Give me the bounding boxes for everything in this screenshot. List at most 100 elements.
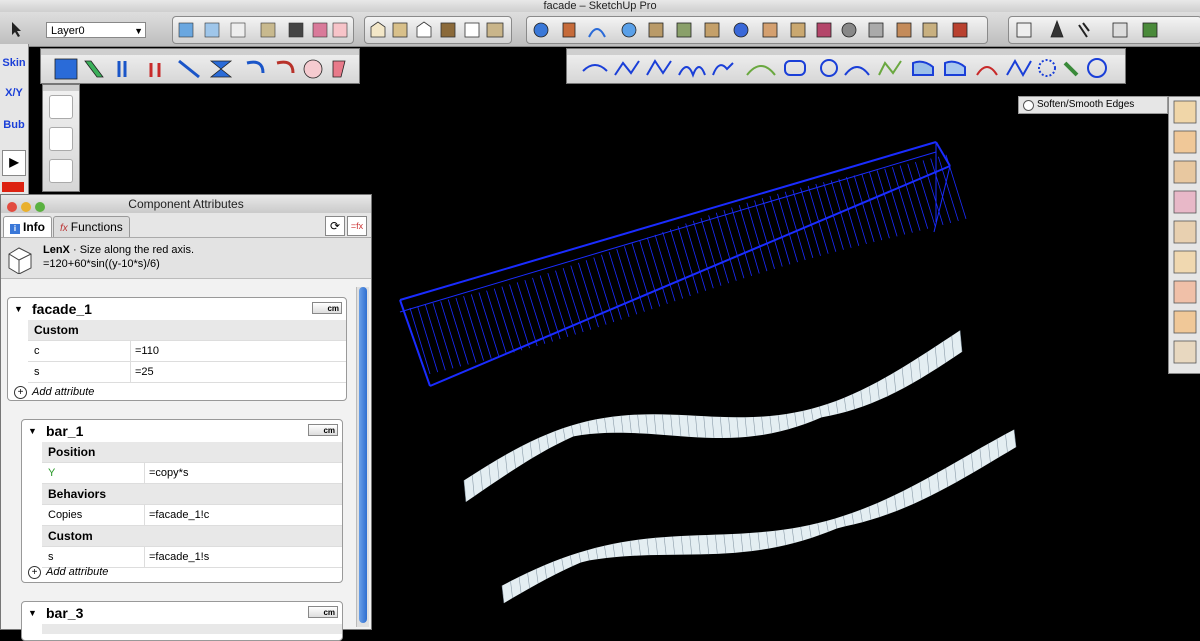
add-attribute-label: Add attribute [32,386,95,398]
wire-edge [424,304,446,371]
xy-label: X/Y [5,87,23,99]
model-viewport[interactable] [380,130,1040,630]
wire-edge [884,168,906,235]
wire-edge [578,262,599,328]
wire-edge [539,275,561,340]
xy-button[interactable]: X/Y [1,88,27,112]
wire-edge [700,217,722,286]
wire-edge [738,205,760,274]
attribute-table: Position Y =copy*s Behaviors Copies =facad… [42,442,342,568]
add-icon[interactable]: + [14,386,27,399]
ribbon-middle [464,330,962,502]
mesh-icon[interactable] [49,159,73,183]
wire-edge [945,154,967,220]
minimize-icon[interactable] [21,202,31,212]
wire-edge [754,200,775,269]
component-attributes-panel: Component Attributes i Info fx Functions ⟳… [0,194,372,641]
chevron-down-icon: ▼ [134,26,143,36]
attribute-row[interactable]: c =110 [28,341,346,362]
soften-radio[interactable] [1023,100,1034,111]
play-button[interactable]: ▶ [2,150,26,176]
wire-edge [654,234,676,302]
close-icon[interactable] [7,202,17,212]
select-arrow-icon[interactable] [4,18,28,40]
right-tool-icons[interactable] [1169,97,1200,373]
tools-toolbar [526,16,988,44]
edit-tools-palette [40,48,360,84]
attribute-row[interactable]: Y =copy*s [42,463,342,484]
collapse-triangle-icon[interactable]: ▼ [28,420,37,442]
soften-smooth-edges-panel[interactable]: Soften/Smooth Edges [1018,96,1168,114]
tab-functions[interactable]: fx Functions [53,216,130,237]
layer-select[interactable]: Layer0 ▼ [46,22,146,38]
wire-edge [677,226,699,294]
wire-edge [935,141,951,167]
shell-icon[interactable] [49,95,73,119]
wire-edge [399,151,937,313]
wire-edge [715,212,737,281]
attribute-name: LenX [43,244,70,256]
attribute-row[interactable]: Copies =facade_1!c [42,505,342,526]
palette-handle[interactable] [43,85,79,91]
wire-edge [669,228,691,297]
refresh-icon[interactable]: ⟳ [325,216,345,236]
tab-info[interactable]: i Info [3,216,52,237]
unit-badge[interactable]: cm [308,424,338,436]
section-header: Behaviors [42,484,342,505]
collapse-triangle-icon[interactable]: ▼ [14,298,23,320]
wire-edge [746,202,768,272]
wire-edge [823,182,844,250]
attribute-table: Custom c =110 s =25 [28,320,346,383]
window-title-bar: facade – SketchUp Pro [0,0,1200,12]
wire-edge [692,220,714,289]
curve-tool-icons[interactable] [567,55,1125,83]
panel-scrollbar[interactable] [356,287,369,627]
tool-icons[interactable] [527,17,987,43]
attribute-formula: =120+60*sin((y-10*s)/6) [43,258,160,270]
wire-edge [532,277,553,342]
wire-edge [914,161,936,227]
unit-badge[interactable]: cm [312,302,342,314]
collapse-triangle-icon[interactable]: ▼ [28,602,37,624]
wire-edge [761,198,783,267]
bub-button[interactable]: Bub [1,120,27,144]
wire-edge [478,292,500,357]
extra-icons[interactable] [1009,17,1200,43]
view-icons[interactable] [173,17,353,43]
add-attribute-row[interactable]: + Add attribute [22,562,342,582]
wire-edge [470,294,492,359]
wire-edge [516,282,538,347]
section-header: Custom [28,320,346,341]
surface-ribbons [463,330,1017,604]
wire-edge [463,296,484,361]
layer-select-value: Layer0 [51,25,85,37]
wire-edge [608,251,630,318]
component-card: ▼ facade_1 cm Custom c =110 s =25 + Add at… [7,297,347,401]
add-icon[interactable]: + [28,566,41,579]
wire-edge [869,171,890,239]
wire-edge [455,297,477,363]
edit-tool-icons[interactable] [41,55,359,83]
wire-edge [892,166,913,233]
formula-toggle-icon[interactable]: =fx [347,216,367,236]
add-attribute-label: Add attribute [46,566,109,578]
wire-edge [440,301,462,367]
info-icon: i [10,224,20,234]
add-attribute-row[interactable]: + Add attribute [8,382,346,402]
component-box-icon [8,247,32,274]
wire-edge [930,158,952,224]
record-button[interactable] [2,182,24,192]
play-icon: ▶ [9,155,19,169]
wire-edge [861,173,883,241]
camera-icons[interactable] [365,17,511,43]
scrollbar-thumb[interactable] [359,287,367,623]
component-name: facade_1 [32,301,92,317]
zoom-icon[interactable] [35,202,45,212]
wire-edge [399,141,937,301]
unit-badge[interactable]: cm [308,606,338,618]
wire-edge [501,286,523,351]
skin-button[interactable]: Skin [1,58,27,82]
attribute-row[interactable]: s =25 [28,362,346,383]
extrude-icon[interactable] [49,127,73,151]
card-header: ▼ bar_1 cm [22,420,342,442]
